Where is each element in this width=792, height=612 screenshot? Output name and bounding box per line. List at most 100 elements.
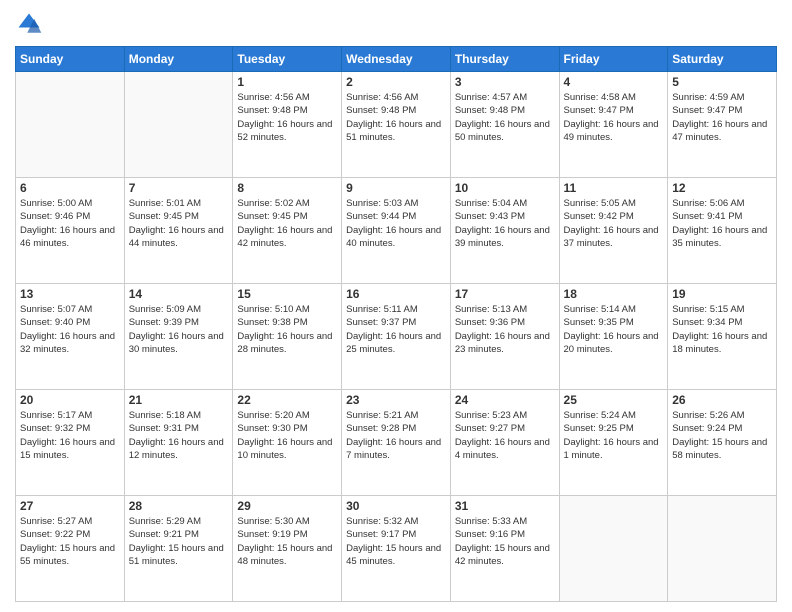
calendar-cell	[668, 496, 777, 602]
calendar-cell: 16 Sunrise: 5:11 AM Sunset: 9:37 PM Dayli…	[342, 284, 451, 390]
day-info: Sunrise: 5:23 AM Sunset: 9:27 PM Dayligh…	[455, 409, 555, 462]
calendar-cell: 10 Sunrise: 5:04 AM Sunset: 9:43 PM Dayli…	[450, 178, 559, 284]
weekday-header-row: SundayMondayTuesdayWednesdayThursdayFrid…	[16, 47, 777, 72]
day-number: 4	[564, 75, 664, 89]
calendar-cell	[16, 72, 125, 178]
day-info: Sunrise: 5:20 AM Sunset: 9:30 PM Dayligh…	[237, 409, 337, 462]
calendar-cell: 30 Sunrise: 5:32 AM Sunset: 9:17 PM Dayli…	[342, 496, 451, 602]
logo	[15, 10, 47, 38]
day-info: Sunrise: 5:04 AM Sunset: 9:43 PM Dayligh…	[455, 197, 555, 250]
calendar-cell: 28 Sunrise: 5:29 AM Sunset: 9:21 PM Dayli…	[124, 496, 233, 602]
day-info: Sunrise: 5:01 AM Sunset: 9:45 PM Dayligh…	[129, 197, 229, 250]
week-row-4: 27 Sunrise: 5:27 AM Sunset: 9:22 PM Dayli…	[16, 496, 777, 602]
weekday-header-sunday: Sunday	[16, 47, 125, 72]
weekday-header-monday: Monday	[124, 47, 233, 72]
day-info: Sunrise: 5:11 AM Sunset: 9:37 PM Dayligh…	[346, 303, 446, 356]
page: SundayMondayTuesdayWednesdayThursdayFrid…	[0, 0, 792, 612]
day-info: Sunrise: 5:09 AM Sunset: 9:39 PM Dayligh…	[129, 303, 229, 356]
calendar-cell: 24Sunrise: 5:23 AM Sunset: 9:27 PM Dayli…	[450, 390, 559, 496]
day-number: 18	[564, 287, 664, 301]
day-number: 7	[129, 181, 229, 195]
day-info: Sunrise: 5:17 AM Sunset: 9:32 PM Dayligh…	[20, 409, 120, 462]
calendar-cell: 26 Sunrise: 5:26 AM Sunset: 9:24 PM Dayli…	[668, 390, 777, 496]
weekday-header-thursday: Thursday	[450, 47, 559, 72]
day-number: 2	[346, 75, 446, 89]
calendar-cell: 25 Sunrise: 5:24 AM Sunset: 9:25 PM Dayli…	[559, 390, 668, 496]
week-row-3: 20 Sunrise: 5:17 AM Sunset: 9:32 PM Dayli…	[16, 390, 777, 496]
weekday-header-saturday: Saturday	[668, 47, 777, 72]
calendar-cell: 22Sunrise: 5:20 AM Sunset: 9:30 PM Dayli…	[233, 390, 342, 496]
day-number: 12	[672, 181, 772, 195]
day-number: 14	[129, 287, 229, 301]
calendar-table: SundayMondayTuesdayWednesdayThursdayFrid…	[15, 46, 777, 602]
day-info: Sunrise: 5:14 AM Sunset: 9:35 PM Dayligh…	[564, 303, 664, 356]
calendar-cell: 23Sunrise: 5:21 AM Sunset: 9:28 PM Dayli…	[342, 390, 451, 496]
day-info: Sunrise: 5:32 AM Sunset: 9:17 PM Dayligh…	[346, 515, 446, 568]
day-info: Sunrise: 5:15 AM Sunset: 9:34 PM Dayligh…	[672, 303, 772, 356]
day-info: Sunrise: 4:59 AM Sunset: 9:47 PM Dayligh…	[672, 91, 772, 144]
day-number: 9	[346, 181, 446, 195]
calendar-cell: 29 Sunrise: 5:30 AM Sunset: 9:19 PM Dayli…	[233, 496, 342, 602]
day-number: 29	[237, 499, 337, 513]
day-info: Sunrise: 5:33 AM Sunset: 9:16 PM Dayligh…	[455, 515, 555, 568]
calendar-cell: 3 Sunrise: 4:57 AM Sunset: 9:48 PM Daylig…	[450, 72, 559, 178]
day-info: Sunrise: 5:30 AM Sunset: 9:19 PM Dayligh…	[237, 515, 337, 568]
weekday-header-wednesday: Wednesday	[342, 47, 451, 72]
calendar-cell: 21Sunrise: 5:18 AM Sunset: 9:31 PM Dayli…	[124, 390, 233, 496]
day-number: 16	[346, 287, 446, 301]
day-number: 6	[20, 181, 120, 195]
day-info: Sunrise: 5:18 AM Sunset: 9:31 PM Dayligh…	[129, 409, 229, 462]
calendar-cell: 15 Sunrise: 5:10 AM Sunset: 9:38 PM Dayli…	[233, 284, 342, 390]
calendar-cell: 8Sunrise: 5:02 AM Sunset: 9:45 PM Daylig…	[233, 178, 342, 284]
calendar-cell: 4 Sunrise: 4:58 AM Sunset: 9:47 PM Daylig…	[559, 72, 668, 178]
day-info: Sunrise: 5:27 AM Sunset: 9:22 PM Dayligh…	[20, 515, 120, 568]
day-info: Sunrise: 5:00 AM Sunset: 9:46 PM Dayligh…	[20, 197, 120, 250]
header	[15, 10, 777, 38]
day-info: Sunrise: 4:57 AM Sunset: 9:48 PM Dayligh…	[455, 91, 555, 144]
day-number: 27	[20, 499, 120, 513]
day-info: Sunrise: 4:56 AM Sunset: 9:48 PM Dayligh…	[346, 91, 446, 144]
day-number: 10	[455, 181, 555, 195]
day-number: 11	[564, 181, 664, 195]
calendar-cell: 12Sunrise: 5:06 AM Sunset: 9:41 PM Dayli…	[668, 178, 777, 284]
calendar-cell: 9Sunrise: 5:03 AM Sunset: 9:44 PM Daylig…	[342, 178, 451, 284]
day-number: 15	[237, 287, 337, 301]
week-row-1: 6 Sunrise: 5:00 AM Sunset: 9:46 PM Daylig…	[16, 178, 777, 284]
calendar-cell: 14 Sunrise: 5:09 AM Sunset: 9:39 PM Dayli…	[124, 284, 233, 390]
calendar-cell: 11 Sunrise: 5:05 AM Sunset: 9:42 PM Dayli…	[559, 178, 668, 284]
day-number: 1	[237, 75, 337, 89]
day-number: 30	[346, 499, 446, 513]
weekday-header-friday: Friday	[559, 47, 668, 72]
calendar-cell: 13Sunrise: 5:07 AM Sunset: 9:40 PM Dayli…	[16, 284, 125, 390]
calendar-cell: 27 Sunrise: 5:27 AM Sunset: 9:22 PM Dayli…	[16, 496, 125, 602]
calendar-cell: 19 Sunrise: 5:15 AM Sunset: 9:34 PM Dayli…	[668, 284, 777, 390]
day-number: 26	[672, 393, 772, 407]
day-number: 20	[20, 393, 120, 407]
day-number: 25	[564, 393, 664, 407]
day-info: Sunrise: 4:56 AM Sunset: 9:48 PM Dayligh…	[237, 91, 337, 144]
day-info: Sunrise: 5:05 AM Sunset: 9:42 PM Dayligh…	[564, 197, 664, 250]
calendar-cell: 17Sunrise: 5:13 AM Sunset: 9:36 PM Dayli…	[450, 284, 559, 390]
day-info: Sunrise: 4:58 AM Sunset: 9:47 PM Dayligh…	[564, 91, 664, 144]
day-info: Sunrise: 5:29 AM Sunset: 9:21 PM Dayligh…	[129, 515, 229, 568]
calendar-cell: 2 Sunrise: 4:56 AM Sunset: 9:48 PM Daylig…	[342, 72, 451, 178]
weekday-header-tuesday: Tuesday	[233, 47, 342, 72]
calendar-cell: 31 Sunrise: 5:33 AM Sunset: 9:16 PM Dayli…	[450, 496, 559, 602]
day-info: Sunrise: 5:02 AM Sunset: 9:45 PM Dayligh…	[237, 197, 337, 250]
calendar-cell	[124, 72, 233, 178]
day-info: Sunrise: 5:10 AM Sunset: 9:38 PM Dayligh…	[237, 303, 337, 356]
day-info: Sunrise: 5:07 AM Sunset: 9:40 PM Dayligh…	[20, 303, 120, 356]
week-row-0: 1 Sunrise: 4:56 AM Sunset: 9:48 PM Daylig…	[16, 72, 777, 178]
calendar-cell: 6 Sunrise: 5:00 AM Sunset: 9:46 PM Daylig…	[16, 178, 125, 284]
day-number: 19	[672, 287, 772, 301]
day-info: Sunrise: 5:13 AM Sunset: 9:36 PM Dayligh…	[455, 303, 555, 356]
day-number: 28	[129, 499, 229, 513]
day-info: Sunrise: 5:26 AM Sunset: 9:24 PM Dayligh…	[672, 409, 772, 462]
calendar-cell: 5 Sunrise: 4:59 AM Sunset: 9:47 PM Daylig…	[668, 72, 777, 178]
day-number: 5	[672, 75, 772, 89]
day-number: 3	[455, 75, 555, 89]
day-info: Sunrise: 5:24 AM Sunset: 9:25 PM Dayligh…	[564, 409, 664, 462]
week-row-2: 13Sunrise: 5:07 AM Sunset: 9:40 PM Dayli…	[16, 284, 777, 390]
day-number: 31	[455, 499, 555, 513]
calendar-cell: 1 Sunrise: 4:56 AM Sunset: 9:48 PM Daylig…	[233, 72, 342, 178]
